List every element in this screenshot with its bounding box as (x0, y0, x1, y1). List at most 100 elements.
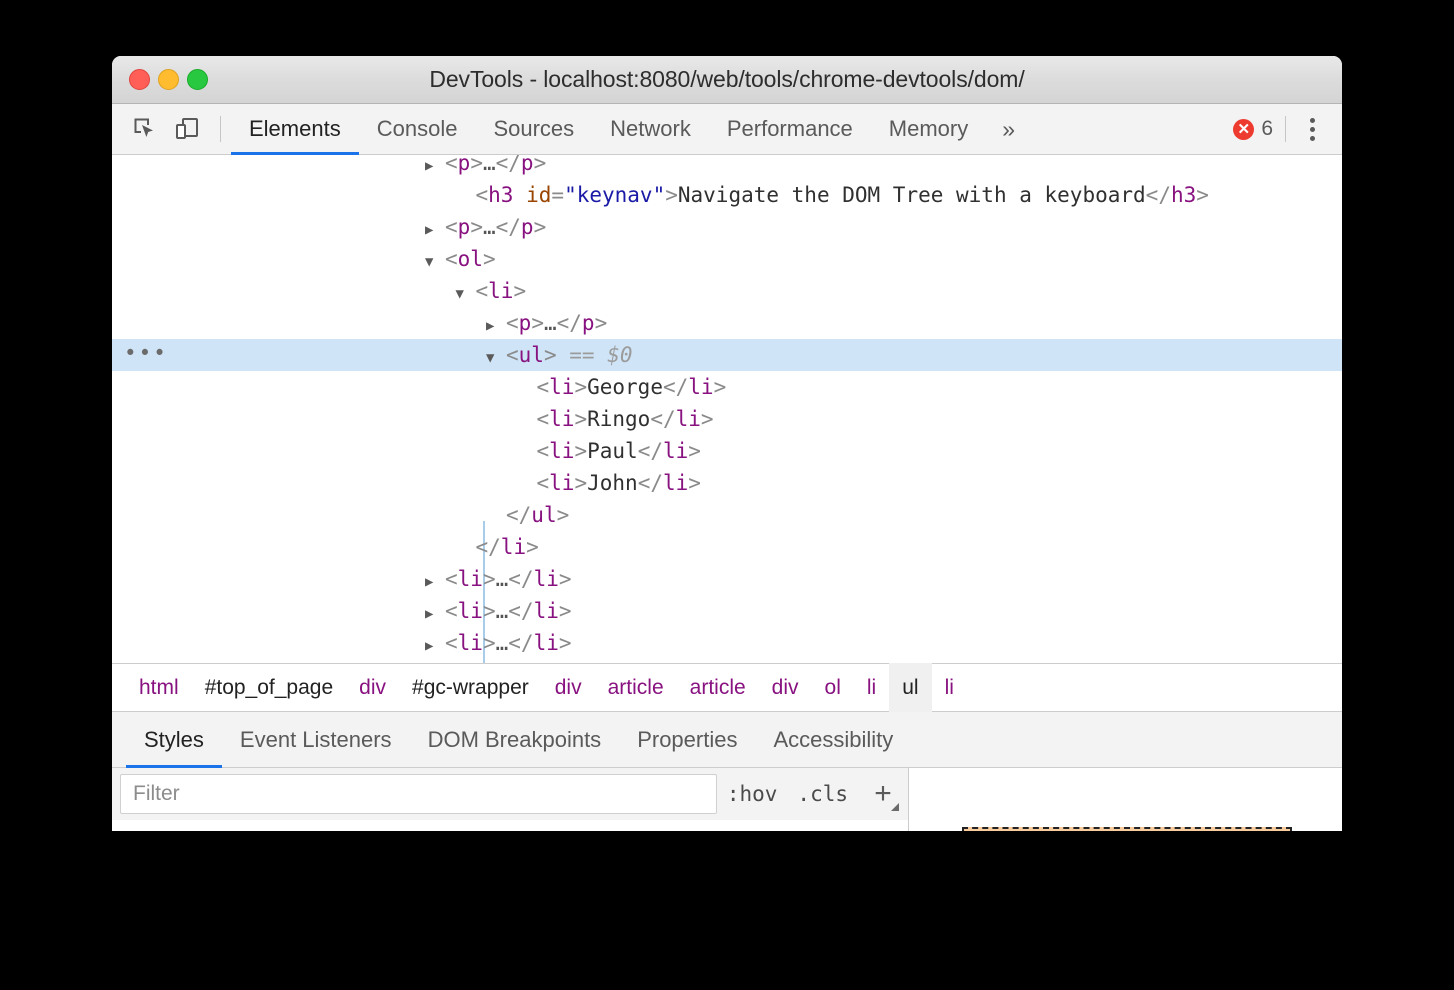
tab-sources[interactable]: Sources (475, 104, 592, 155)
dom-token-punct: < (445, 567, 458, 591)
twisty-collapsed-icon[interactable]: ▶ (425, 566, 445, 598)
kebab-menu-icon[interactable] (1296, 109, 1328, 149)
new-style-rule-button[interactable]: + (858, 768, 908, 820)
dom-tree-row-content: <li>John</li> (112, 467, 1342, 502)
maximize-window-button[interactable] (187, 69, 208, 90)
styles-pane: Filter :hov .cls + (112, 768, 1342, 831)
sidebar-tab-styles[interactable]: Styles (126, 712, 222, 768)
dom-tree-row[interactable]: ▶<li>…</li> (112, 659, 1342, 663)
dom-tree-row[interactable]: ▶<li>…</li> (112, 595, 1342, 627)
dom-tree-row[interactable]: ▶<li>…</li> (112, 627, 1342, 659)
breadcrumb-item-div[interactable]: div (759, 663, 812, 712)
dom-token-punct: < (445, 631, 458, 655)
error-count-badge[interactable]: ✕ 6 (1233, 117, 1273, 141)
twisty-expanded-icon[interactable]: ▼ (425, 246, 445, 278)
dom-token-punct: </ (508, 567, 533, 591)
dom-tree-row[interactable]: <li>Ringo</li> (112, 403, 1342, 435)
dom-tree-row[interactable]: </li> (112, 531, 1342, 563)
cls-toggle-button[interactable]: .cls (787, 768, 858, 820)
dom-token-punct: > (665, 183, 678, 207)
dom-tree-row[interactable]: ▼<ol> (112, 243, 1342, 275)
breadcrumb-item-ol[interactable]: ol (812, 663, 854, 712)
sidebar-tab-accessibility[interactable]: Accessibility (755, 712, 911, 768)
dom-tree-row[interactable]: <li>Paul</li> (112, 435, 1342, 467)
dom-tree-row[interactable]: ▶<p>…</p> (112, 307, 1342, 339)
breadcrumb-item-div[interactable]: div (542, 663, 595, 712)
tab-network[interactable]: Network (592, 104, 709, 155)
dom-token-punct: > (483, 247, 496, 271)
dom-token-ellip: … (496, 631, 509, 655)
twisty-expanded-icon[interactable]: ▼ (456, 278, 476, 310)
twisty-collapsed-icon[interactable]: ▶ (425, 662, 445, 663)
dom-token-punct: > (559, 599, 572, 623)
row-overflow-dots-icon[interactable]: ••• (124, 339, 168, 371)
twisty-collapsed-icon[interactable]: ▶ (425, 214, 445, 246)
tab-elements[interactable]: Elements (231, 104, 359, 155)
inspect-element-icon[interactable] (124, 108, 166, 150)
dom-token-punct: </ (650, 407, 675, 431)
styles-filter-input[interactable]: Filter (120, 774, 717, 814)
dom-token-punct: > (544, 343, 557, 367)
breadcrumb-item--gc-wrapper[interactable]: #gc-wrapper (399, 663, 542, 712)
dom-token-punct: < (537, 375, 550, 399)
twisty-placeholder (456, 182, 476, 214)
sidebar-tab-properties[interactable]: Properties (619, 712, 755, 768)
dom-token-punct: > (574, 471, 587, 495)
dropdown-corner-icon (891, 803, 899, 811)
dom-tree-row[interactable]: ▶<p>…</p> (112, 211, 1342, 243)
minimize-window-button[interactable] (158, 69, 179, 90)
dom-tree-row[interactable]: ▼<li> (112, 275, 1342, 307)
twisty-collapsed-icon[interactable]: ▶ (425, 598, 445, 630)
sidebar-tab-event-listeners[interactable]: Event Listeners (222, 712, 410, 768)
tab-performance[interactable]: Performance (709, 104, 871, 155)
hov-toggle-label: :hov (727, 782, 778, 806)
dom-tree-panel[interactable]: ▶<p>…</p> <h3 id="keynav">Navigate the D… (112, 155, 1342, 663)
breadcrumb-item-ul[interactable]: ul (889, 663, 931, 712)
tab-network-label: Network (610, 116, 691, 142)
box-model-margin-area (962, 827, 1292, 831)
dom-token-tag: ul (519, 343, 544, 367)
close-window-button[interactable] (129, 69, 150, 90)
breadcrumb-item--top-of-page[interactable]: #top_of_page (192, 663, 346, 712)
dom-token-punct: </ (496, 215, 521, 239)
dom-token-tag: ul (531, 503, 556, 527)
breadcrumb-item-article[interactable]: article (595, 663, 677, 712)
dom-tree-row[interactable]: <h3 id="keynav">Navigate the DOM Tree wi… (112, 179, 1342, 211)
dom-token-punct: > (714, 375, 727, 399)
more-tabs-icon[interactable]: » (986, 104, 1031, 155)
dom-token-tag: li (549, 471, 574, 495)
dom-token-punct: > (559, 631, 572, 655)
dom-token-punct: < (506, 343, 519, 367)
breadcrumb-item-html[interactable]: html (126, 663, 192, 712)
breadcrumb-item-li[interactable]: li (854, 663, 889, 712)
dom-tree-row-selected[interactable]: •••▼<ul> == $0 (112, 339, 1342, 371)
dom-token-tag: p (582, 311, 595, 335)
breadcrumb-item-div[interactable]: div (346, 663, 399, 712)
twisty-expanded-icon[interactable]: ▼ (486, 342, 506, 374)
tab-memory[interactable]: Memory (871, 104, 986, 155)
breadcrumb-item-article[interactable]: article (677, 663, 759, 712)
dom-tree-row[interactable]: ▶<li>…</li> (112, 563, 1342, 595)
breadcrumb-item-li[interactable]: li (932, 663, 967, 712)
error-circle-icon: ✕ (1233, 119, 1254, 140)
twisty-collapsed-icon[interactable]: ▶ (486, 310, 506, 342)
dom-tree-row[interactable]: <li>John</li> (112, 467, 1342, 499)
dom-token-punct: > (688, 471, 701, 495)
twisty-collapsed-icon[interactable]: ▶ (425, 155, 445, 182)
dom-token-punct: > (534, 215, 547, 239)
dom-tree-row[interactable]: <li>George</li> (112, 371, 1342, 403)
twisty-placeholder (486, 502, 506, 534)
dom-token-tag: li (676, 407, 701, 431)
dom-tree-row[interactable]: </ul> (112, 499, 1342, 531)
device-toolbar-icon[interactable] (166, 108, 208, 150)
dom-tree-row-content: <li>Paul</li> (112, 435, 1342, 470)
dom-tree-row[interactable]: ▶<p>…</p> (112, 155, 1342, 179)
hov-toggle-button[interactable]: :hov (717, 768, 788, 820)
tab-console[interactable]: Console (359, 104, 476, 155)
dom-token-punct: </ (638, 471, 663, 495)
twisty-placeholder (517, 438, 537, 470)
dom-token-text: Paul (587, 439, 638, 463)
twisty-collapsed-icon[interactable]: ▶ (425, 630, 445, 662)
dom-token-tag: li (534, 599, 559, 623)
sidebar-tab-dom-breakpoints[interactable]: DOM Breakpoints (410, 712, 620, 768)
